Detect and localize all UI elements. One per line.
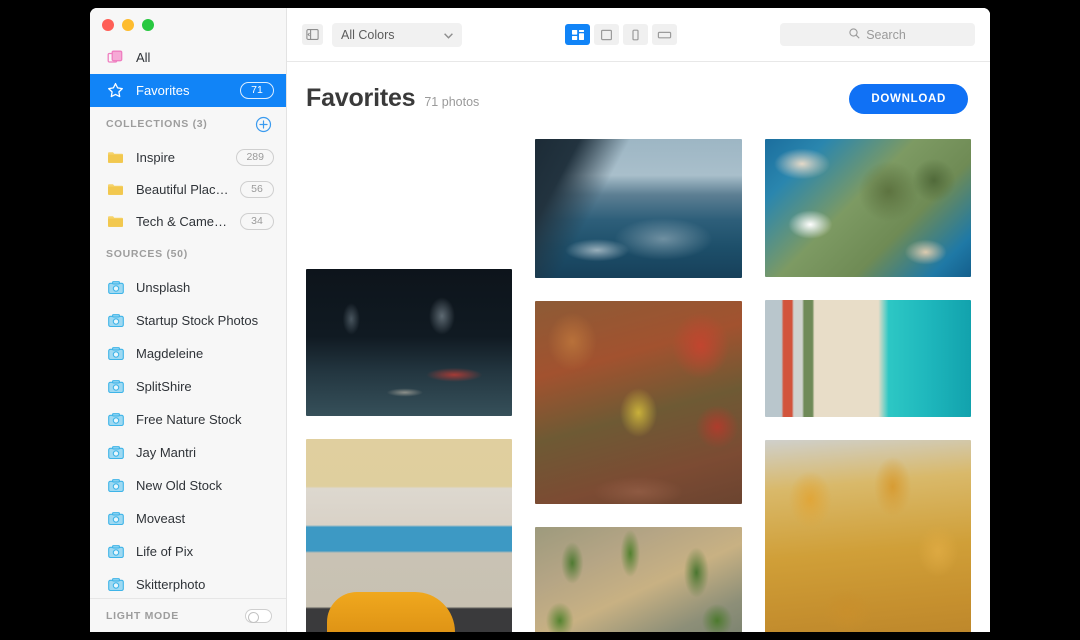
camera-icon	[106, 443, 125, 462]
sources-header-label: SOURCES (50)	[106, 248, 188, 260]
folder-icon	[106, 148, 125, 167]
camera-icon	[106, 542, 125, 561]
sidebar-item-favorites[interactable]: Favorites 71	[90, 74, 286, 107]
camera-icon	[106, 278, 125, 297]
photo-count: 71 photos	[424, 95, 480, 109]
collection-item-tech-cameras[interactable]: Tech & Cameras 34	[90, 205, 286, 237]
source-label: Unsplash	[136, 280, 191, 295]
source-label: SplitShire	[136, 379, 192, 394]
folder-icon	[106, 180, 125, 199]
collection-item-inspire[interactable]: Inspire 289	[90, 141, 286, 173]
source-item-free-nature-stock[interactable]: Free Nature Stock	[90, 403, 286, 436]
photo-aerial-turquoise-beach[interactable]	[764, 300, 971, 417]
plus-circle-icon[interactable]	[255, 116, 272, 133]
sources-section-header: SOURCES (50)	[90, 237, 286, 271]
maximize-button[interactable]	[142, 18, 154, 31]
camera-icon	[106, 410, 125, 429]
search-placeholder: Search	[866, 27, 906, 42]
collection-label: Beautiful Places	[136, 181, 229, 197]
photo-aerial-rocky-coast[interactable]	[764, 139, 971, 277]
source-item-life-of-pix[interactable]: Life of Pix	[90, 535, 286, 568]
source-item-moveast[interactable]: Moveast	[90, 502, 286, 535]
sidebar: All Favorites 71 COLLECTIONS (3) Inspire…	[90, 8, 287, 632]
collection-count-badge: 289	[236, 148, 274, 166]
camera-icon	[106, 344, 125, 363]
color-filter-dropdown[interactable]: All Colors	[332, 22, 462, 47]
camera-icon	[106, 476, 125, 495]
grid-column-1	[306, 130, 513, 632]
search-input[interactable]: Search	[780, 23, 975, 46]
collection-count-badge: 56	[240, 180, 274, 198]
source-label: Life of Pix	[136, 544, 194, 559]
sidebar-scroll-area[interactable]: All Favorites 71 COLLECTIONS (3) Inspire…	[90, 41, 286, 598]
source-label: Free Nature Stock	[136, 412, 242, 427]
source-label: Moveast	[136, 511, 186, 526]
search-icon	[849, 27, 860, 42]
photo-aerial-autumn-forest[interactable]	[306, 130, 512, 246]
photo-night-city-highway[interactable]	[306, 269, 513, 416]
source-item-magdeleine[interactable]: Magdeleine	[90, 337, 286, 370]
panel-collapse-icon[interactable]	[302, 24, 323, 45]
light-mode-toggle[interactable]	[245, 608, 272, 623]
traffic-lights	[90, 8, 286, 41]
collection-label: Inspire	[136, 149, 176, 165]
camera-icon	[106, 311, 125, 330]
color-filter-value: All Colors	[341, 27, 395, 42]
source-item-startup-stock-photos[interactable]: Startup Stock Photos	[90, 304, 286, 337]
grid-column-2	[535, 139, 742, 632]
copy-stack-icon	[106, 48, 125, 67]
chevron-down-icon	[444, 28, 453, 42]
download-button[interactable]: DOWNLOAD	[849, 84, 968, 114]
source-label: Jay Mantri	[136, 445, 196, 460]
toolbar: All Colors Search	[287, 8, 990, 62]
sidebar-footer: LIGHT MODE	[90, 598, 286, 632]
close-button[interactable]	[102, 18, 114, 31]
source-label: New Old Stock	[136, 478, 222, 493]
collection-item-beautiful-places[interactable]: Beautiful Places 56	[90, 173, 286, 205]
main-content: All Colors Search Favorites 71 photos DO…	[287, 8, 990, 632]
collection-label: Tech & Cameras	[136, 213, 229, 229]
star-icon	[106, 81, 125, 100]
camera-icon	[106, 509, 125, 528]
page-title: Favorites	[306, 84, 416, 112]
photo-ocean-coastline[interactable]	[535, 139, 742, 278]
photo-aerial-green-terrain[interactable]	[535, 527, 742, 632]
photo-golden-birch-forest[interactable]	[764, 440, 971, 632]
camera-icon	[106, 575, 125, 594]
minimize-button[interactable]	[122, 18, 134, 31]
light-mode-label: LIGHT MODE	[106, 609, 179, 622]
source-item-skitterphoto[interactable]: Skitterphoto	[90, 568, 286, 598]
source-label: Magdeleine	[136, 346, 204, 361]
collection-count-badge: 34	[240, 212, 274, 230]
collections-header-label: COLLECTIONS (3)	[106, 118, 208, 130]
app-window: All Favorites 71 COLLECTIONS (3) Inspire…	[90, 8, 990, 632]
source-item-jay-mantri[interactable]: Jay Mantri	[90, 436, 286, 469]
view-mode-landscape[interactable]	[652, 24, 677, 45]
photo-yellow-car-street[interactable]	[306, 439, 513, 632]
folder-icon	[106, 212, 125, 231]
camera-icon	[106, 377, 125, 396]
view-mode-grid[interactable]	[565, 24, 590, 45]
source-label: Skitterphoto	[136, 577, 206, 592]
sidebar-item-all-label: All	[136, 50, 151, 65]
page-header: Favorites 71 photos DOWNLOAD	[287, 62, 990, 130]
collections-section-header: COLLECTIONS (3)	[90, 107, 286, 141]
sidebar-item-favorites-label: Favorites	[136, 83, 190, 98]
source-item-unsplash[interactable]: Unsplash	[90, 271, 286, 304]
source-item-new-old-stock[interactable]: New Old Stock	[90, 469, 286, 502]
sidebar-item-all[interactable]: All	[90, 41, 286, 74]
source-item-splitshire[interactable]: SplitShire	[90, 370, 286, 403]
view-mode-portrait[interactable]	[623, 24, 648, 45]
source-label: Startup Stock Photos	[136, 313, 259, 328]
photo-grid[interactable]	[287, 130, 990, 632]
photo-autumn-tree-avenue[interactable]	[535, 301, 742, 504]
view-mode-large[interactable]	[594, 24, 619, 45]
favorites-count-badge: 71	[240, 82, 274, 99]
view-mode-switcher	[565, 24, 677, 45]
grid-column-3	[764, 139, 971, 632]
